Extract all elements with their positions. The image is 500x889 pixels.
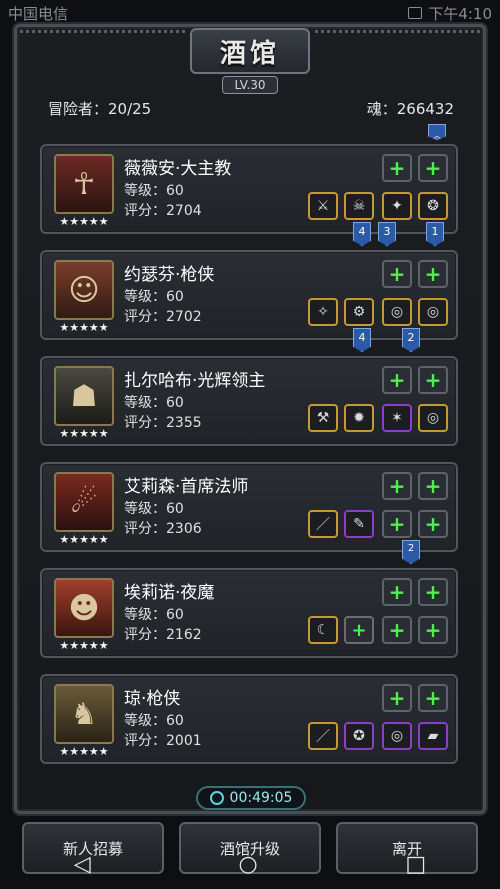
tavern-level-badge: LV.30 xyxy=(222,76,278,94)
hero-list: ︿ ☥ ★★★★★ 薇薇安·大主教 等级：60 评分：2704 + + ⚔ ☠ … xyxy=(40,124,460,764)
hero-level-2: 等级：60 xyxy=(124,395,184,411)
equip-slot-0-3[interactable]: ❂ xyxy=(418,192,448,220)
add-button-0a[interactable]: + xyxy=(382,154,412,182)
upgrade-tag-0-2: 3 xyxy=(378,222,396,246)
leave-button[interactable]: 离开 xyxy=(336,822,478,874)
hero-score-1: 评分：2702 xyxy=(124,309,202,325)
hero-score-0: 评分：2704 xyxy=(124,203,202,219)
hero-score-3: 评分：2306 xyxy=(124,521,202,537)
status-bar: 中国电信 下午4:10 xyxy=(0,0,500,26)
equip-slot-5-3[interactable]: ▰ xyxy=(418,722,448,750)
hero-score-5: 评分：2001 xyxy=(124,733,202,749)
page-title: 酒馆 xyxy=(190,28,310,74)
info-bar: 冒险者：20/25 魂：266432 xyxy=(48,96,454,120)
add-button-1b[interactable]: + xyxy=(418,260,448,288)
hero-stars-4: ★★★★★ xyxy=(59,639,109,652)
equip-slot-1-3[interactable]: ◎ xyxy=(418,298,448,326)
scroll-up-icon[interactable]: ︿ xyxy=(428,124,446,140)
clock-label: 下午4:10 xyxy=(428,4,492,23)
add-button-4a[interactable]: + xyxy=(382,578,412,606)
hero-level-5: 等级：60 xyxy=(124,713,184,729)
add-button-3a[interactable]: + xyxy=(382,472,412,500)
soul-count: 魂：266432 xyxy=(366,99,454,118)
equip-slot-1-2[interactable]: ◎ xyxy=(382,298,412,326)
hero-stars-5: ★★★★★ xyxy=(59,745,109,758)
clock-icon xyxy=(209,791,224,805)
chain-decoration-left xyxy=(20,30,185,38)
equip-slot-4-1[interactable]: + xyxy=(344,616,374,644)
hero-level-4: 等级：60 xyxy=(124,607,184,623)
hero-name-2: 扎尔哈布·光辉领主 xyxy=(124,371,266,391)
hero-card-2[interactable]: ☗ ★★★★★ 扎尔哈布·光辉领主 等级：60 评分：2355 + + ⚒ ✹ … xyxy=(40,356,458,446)
hero-card-4[interactable]: ☻ ★★★★★ 埃莉诺·夜魔 等级：60 评分：2162 + + ☾ + + + xyxy=(40,568,458,658)
refresh-timer: 00:49:05 xyxy=(196,786,306,810)
equip-slot-1-0[interactable]: ✧ xyxy=(308,298,338,326)
hero-level-1: 等级：60 xyxy=(124,289,184,305)
hero-stars-0: ★★★★★ xyxy=(59,215,109,228)
hero-score-4: 评分：2162 xyxy=(124,627,202,643)
equip-slot-5-2[interactable]: ◎ xyxy=(382,722,412,750)
hero-stars-1: ★★★★★ xyxy=(59,321,109,334)
equip-slot-5-0[interactable]: ／ xyxy=(308,722,338,750)
hero-card-0[interactable]: ☥ ★★★★★ 薇薇安·大主教 等级：60 评分：2704 + + ⚔ ☠ ✦ … xyxy=(40,144,458,234)
hero-name-5: 琼·枪侠 xyxy=(124,689,181,709)
hero-name-0: 薇薇安·大主教 xyxy=(124,159,232,179)
hero-portrait-3[interactable]: ☄ xyxy=(54,472,114,532)
hero-score-2: 评分：2355 xyxy=(124,415,202,431)
equip-slot-3-1[interactable]: ✎ xyxy=(344,510,374,538)
equip-slot-2-1[interactable]: ✹ xyxy=(344,404,374,432)
adventurer-count: 冒险者：20/25 xyxy=(48,99,152,118)
carrier-label: 中国电信 xyxy=(8,4,69,23)
add-button-5a[interactable]: + xyxy=(382,684,412,712)
hero-name-1: 约瑟芬·枪侠 xyxy=(124,265,215,285)
hero-card-5[interactable]: ♞ ★★★★★ 琼·枪侠 等级：60 评分：2001 + + ／ ✪ ◎ ▰ xyxy=(40,674,458,764)
equip-slot-4-0[interactable]: ☾ xyxy=(308,616,338,644)
hero-name-3: 艾莉森·首席法师 xyxy=(124,477,249,497)
status-icons: 下午4:10 xyxy=(408,3,492,24)
hero-portrait-0[interactable]: ☥ xyxy=(54,154,114,214)
chain-decoration-right xyxy=(315,30,480,38)
upgrade-tag-0-3: 1 xyxy=(426,222,444,246)
add-button-0b[interactable]: + xyxy=(418,154,448,182)
battery-icon xyxy=(408,7,423,19)
hero-level-3: 等级：60 xyxy=(124,501,184,517)
upgrade-tag-1-2: 2 xyxy=(402,328,420,352)
equip-slot-5-1[interactable]: ✪ xyxy=(344,722,374,750)
hero-portrait-2[interactable]: ☗ xyxy=(54,366,114,426)
hero-stars-2: ★★★★★ xyxy=(59,427,109,440)
add-button-2a[interactable]: + xyxy=(382,366,412,394)
add-button-2b[interactable]: + xyxy=(418,366,448,394)
hero-card-1[interactable]: ☺ ★★★★★ 约瑟芬·枪侠 等级：60 评分：2702 + + ✧ ⚙ ◎ ◎ xyxy=(40,250,458,340)
hero-portrait-4[interactable]: ☻ xyxy=(54,578,114,638)
equip-slot-4-3[interactable]: + xyxy=(418,616,448,644)
add-button-5b[interactable]: + xyxy=(418,684,448,712)
upgrade-tavern-button[interactable]: 酒馆升级 xyxy=(179,822,321,874)
upgrade-tag-3: 2 xyxy=(402,540,420,564)
hero-level-0: 等级：60 xyxy=(124,183,184,199)
equip-slot-0-2[interactable]: ✦ xyxy=(382,192,412,220)
equip-slot-3-3[interactable]: + xyxy=(418,510,448,538)
hero-portrait-1[interactable]: ☺ xyxy=(54,260,114,320)
recruit-button[interactable]: 新人招募 xyxy=(22,822,164,874)
upgrade-tag-0-1: 4 xyxy=(353,222,371,246)
equip-slot-1-1[interactable]: ⚙ xyxy=(344,298,374,326)
equip-slot-2-0[interactable]: ⚒ xyxy=(308,404,338,432)
equip-slot-2-3[interactable]: ◎ xyxy=(418,404,448,432)
hero-portrait-5[interactable]: ♞ xyxy=(54,684,114,744)
equip-slot-0-0[interactable]: ⚔ xyxy=(308,192,338,220)
timer-value: 00:49:05 xyxy=(229,790,293,806)
equip-slot-0-1[interactable]: ☠ xyxy=(344,192,374,220)
hero-name-4: 埃莉诺·夜魔 xyxy=(124,583,215,603)
add-button-4b[interactable]: + xyxy=(418,578,448,606)
add-button-3b[interactable]: + xyxy=(418,472,448,500)
equip-slot-3-2[interactable]: + xyxy=(382,510,412,538)
equip-slot-4-2[interactable]: + xyxy=(382,616,412,644)
add-button-1a[interactable]: + xyxy=(382,260,412,288)
hero-stars-3: ★★★★★ xyxy=(59,533,109,546)
equip-slot-2-2[interactable]: ✶ xyxy=(382,404,412,432)
hero-card-3[interactable]: ☄ ★★★★★ 艾莉森·首席法师 等级：60 评分：2306 + + ／ ✎ +… xyxy=(40,462,458,552)
equip-slot-3-0[interactable]: ／ xyxy=(308,510,338,538)
upgrade-tag-1-1: 4 xyxy=(353,328,371,352)
